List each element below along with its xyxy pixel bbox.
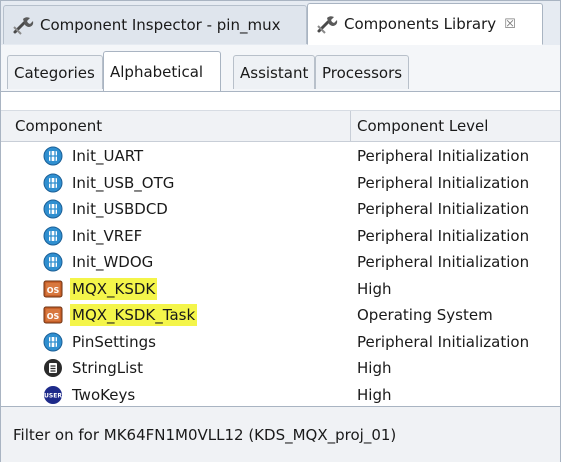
component-level: Peripheral Initialization — [357, 147, 530, 165]
os-component-icon: OS — [43, 280, 63, 297]
table-row[interactable]: Init_USB_OTG Peripheral Initialization — [1, 169, 560, 196]
components-table: Component Component Level Init_UART Perip… — [1, 92, 560, 405]
tab-label: Component Inspector - pin_mux — [40, 16, 281, 34]
component-name: Init_USBDCD — [72, 200, 168, 218]
components-library-view: Component Inspector - pin_mux Components… — [0, 0, 561, 462]
table-row[interactable]: OS MQX_KSDK_Task Operating System — [1, 301, 560, 328]
tab-label: Categories — [14, 63, 95, 82]
component-level: Peripheral Initialization — [357, 253, 530, 271]
component-name-cell[interactable]: OS MQX_KSDK — [43, 277, 158, 300]
component-name: Init_VREF — [72, 226, 143, 245]
init-component-icon — [43, 146, 63, 166]
component-name-cell[interactable]: PinSettings — [43, 331, 158, 353]
init-component-icon — [43, 252, 63, 272]
table-row[interactable]: Init_WDOG Peripheral Initialization — [1, 248, 560, 275]
tab-label: Assistant — [240, 63, 309, 82]
user-component-icon: USER — [44, 385, 62, 404]
component-level: Peripheral Initialization — [357, 226, 530, 245]
tab-alphabetical[interactable]: Alphabetical — [103, 51, 221, 91]
tab-label: Processors — [322, 63, 403, 82]
init-component-icon — [43, 332, 63, 351]
component-name: MQX_KSDK — [70, 277, 158, 300]
filter-status-text: Filter on for MK64FN1M0VLL12 (KDS_MQX_pr… — [13, 426, 397, 444]
table-body: Init_UART Peripheral Initialization Init_U… — [1, 142, 560, 407]
tab-processors[interactable]: Processors — [315, 55, 409, 89]
component-name-cell[interactable]: StringList — [43, 357, 145, 379]
table-header: Component Component Level — [1, 110, 560, 142]
component-level: Operating System — [357, 306, 493, 324]
library-wrench-icon — [317, 16, 338, 34]
column-header-component[interactable]: Component — [9, 111, 351, 141]
tab-label: Components Library — [344, 15, 497, 33]
tab-label: Alphabetical — [110, 62, 204, 81]
component-level: High — [357, 385, 392, 404]
svg-text:USER: USER — [44, 392, 62, 399]
component-name: MQX_KSDK_Task — [70, 304, 198, 326]
os-component-icon: OS — [43, 306, 63, 324]
component-name: TwoKeys — [72, 385, 136, 404]
component-name: StringList — [72, 359, 143, 377]
status-bar: Filter on for MK64FN1M0VLL12 (KDS_MQX_pr… — [1, 406, 560, 462]
inspector-wrench-icon — [13, 17, 34, 35]
view-tab-strip: Component Inspector - pin_mux Components… — [1, 1, 560, 46]
component-name-cell[interactable]: Init_WDOG — [43, 251, 155, 273]
table-row[interactable]: Init_USBDCD Peripheral Initialization — [1, 195, 560, 222]
component-name-cell[interactable]: Init_VREF — [43, 225, 144, 247]
component-name-cell[interactable]: OS MQX_KSDK_Task — [43, 304, 198, 326]
component-name-cell[interactable]: USER TwoKeys — [43, 384, 137, 406]
tab-categories[interactable]: Categories — [7, 55, 103, 89]
column-header-component-level[interactable]: Component Level — [351, 111, 556, 141]
table-row[interactable]: StringList High — [1, 354, 560, 381]
table-row[interactable]: Init_VREF Peripheral Initialization — [1, 222, 560, 249]
high-level-component-icon — [44, 359, 62, 377]
component-level: Peripheral Initialization — [357, 200, 530, 218]
component-name-cell[interactable]: Init_USBDCD — [43, 198, 170, 220]
component-level: High — [357, 279, 392, 298]
sub-tab-strip: Categories Alphabetical Assistant Proces… — [1, 45, 560, 92]
component-name: Init_WDOG — [72, 253, 154, 271]
tab-assistant[interactable]: Assistant — [233, 55, 315, 89]
component-name-cell[interactable]: Init_USB_OTG — [43, 172, 176, 194]
svg-text:OS: OS — [47, 312, 60, 321]
table-row[interactable]: PinSettings Peripheral Initialization — [1, 328, 560, 355]
table-row[interactable]: USER TwoKeys High — [1, 381, 560, 408]
component-level: Peripheral Initialization — [357, 332, 530, 351]
table-row[interactable]: Init_UART Peripheral Initialization — [1, 142, 560, 169]
component-level: High — [357, 359, 392, 377]
init-component-icon — [43, 173, 63, 192]
component-name: PinSettings — [72, 332, 156, 351]
table-row[interactable]: OS MQX_KSDK High — [1, 275, 560, 302]
component-name: Init_UART — [72, 147, 144, 165]
component-name-cell[interactable]: Init_UART — [43, 145, 145, 167]
tab-component-inspector[interactable]: Component Inspector - pin_mux — [3, 5, 307, 44]
component-level: Peripheral Initialization — [357, 173, 530, 192]
svg-text:OS: OS — [47, 286, 60, 295]
close-icon[interactable]: ☒ — [504, 17, 516, 32]
tab-components-library[interactable]: Components Library ☒ — [307, 3, 543, 45]
component-name: Init_USB_OTG — [72, 173, 175, 192]
init-component-icon — [43, 199, 63, 219]
init-component-icon — [43, 226, 63, 245]
